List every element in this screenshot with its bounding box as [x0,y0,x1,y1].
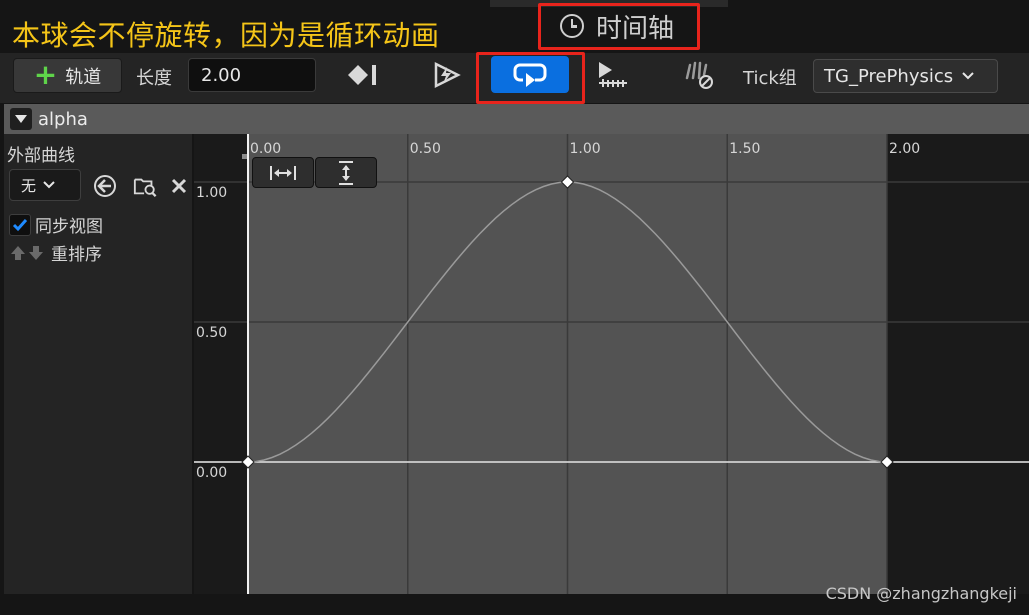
x-tick-label: 1.00 [570,141,601,157]
reorder-row: 重排序 [9,240,102,265]
track-header[interactable]: alpha [4,104,1029,134]
browse-curve-button[interactable] [133,174,157,198]
y-tick-label: 0.00 [196,465,227,481]
x-tick-label: 1.50 [729,141,760,157]
ignore-time-dilation-button[interactable] [682,59,716,91]
fit-horizontal-icon [270,165,296,180]
zoom-to-fit-vertical-button[interactable] [315,157,377,188]
tick-group-label: Tick组 [743,68,797,89]
sync-view-label: 同步视图 [35,217,103,237]
triangle-down-icon [15,115,27,123]
plus-icon: + [33,57,58,91]
annotation-note: 本球会不停旋转，因为是循环动画 [12,19,440,52]
autoplay-button[interactable] [430,59,464,91]
folder-search-icon [133,178,157,197]
arrow-down-icon[interactable] [27,245,45,261]
tick-group-value: TG_PrePhysics [824,65,954,87]
use-last-keyframe-button[interactable] [596,59,630,91]
toolbar: + 轨道 长度 2.00 Tick组 TG_PrePhysics [0,52,1029,104]
external-curve-label: 外部曲线 [7,146,75,166]
checkmark-icon [12,218,28,231]
clear-curve-button[interactable] [167,174,191,198]
close-icon [171,178,187,194]
x-tick-label: 0.00 [250,141,281,157]
x-tick-label: 2.00 [889,141,920,157]
use-selected-curve-button[interactable] [93,174,117,198]
add-key-icon [348,65,376,85]
length-label: 长度 [136,68,172,89]
sync-view-row[interactable]: 同步视图 [9,212,103,237]
zoom-to-fit-horizontal-button[interactable] [252,157,314,188]
external-curve-value: 无 [21,176,37,195]
fit-vertical-icon [339,160,353,185]
y-tick-label: 1.00 [196,185,227,201]
chevron-down-icon [962,72,974,80]
add-track-label: 轨道 [65,66,102,88]
curve-graph[interactable]: 0.00 0.50 1.00 1.50 2.00 1.00 0.50 0.00 [194,134,1029,594]
tab-highlight-box [538,3,700,50]
x-tick-label: 0.50 [410,141,441,157]
y-tick-label: 0.50 [196,325,227,341]
autoplay-icon [434,61,461,89]
back-arrow-circle-icon [94,175,116,197]
watermark: CSDN @zhangzhangkeji [825,584,1017,603]
track-name: alpha [38,108,88,130]
ignore-time-dilation-icon [685,61,713,89]
sync-view-checkbox[interactable] [9,213,31,236]
curve-editor[interactable]: 0.00 0.50 1.00 1.50 2.00 1.00 0.50 0.00 [194,134,1029,594]
external-curve-select[interactable]: 无 [9,169,81,201]
add-track-button[interactable]: + 轨道 [13,58,122,93]
use-last-keyframe-icon [599,62,627,87]
collapse-toggle[interactable] [10,108,32,130]
chevron-down-icon [43,181,55,189]
length-input[interactable] [188,58,316,92]
tick-group-select[interactable]: TG_PrePhysics [813,59,998,93]
annotation-bar: 本球会不停旋转，因为是循环动画 时间轴 [0,0,1029,53]
track-options-panel: 外部曲线 无 同步视图 重排序 [4,134,192,594]
reorder-label: 重排序 [51,245,102,265]
arrow-up-icon[interactable] [9,245,27,261]
loop-highlight-box [476,52,585,104]
playhead-marker [242,154,247,159]
add-key-button[interactable] [344,59,380,91]
